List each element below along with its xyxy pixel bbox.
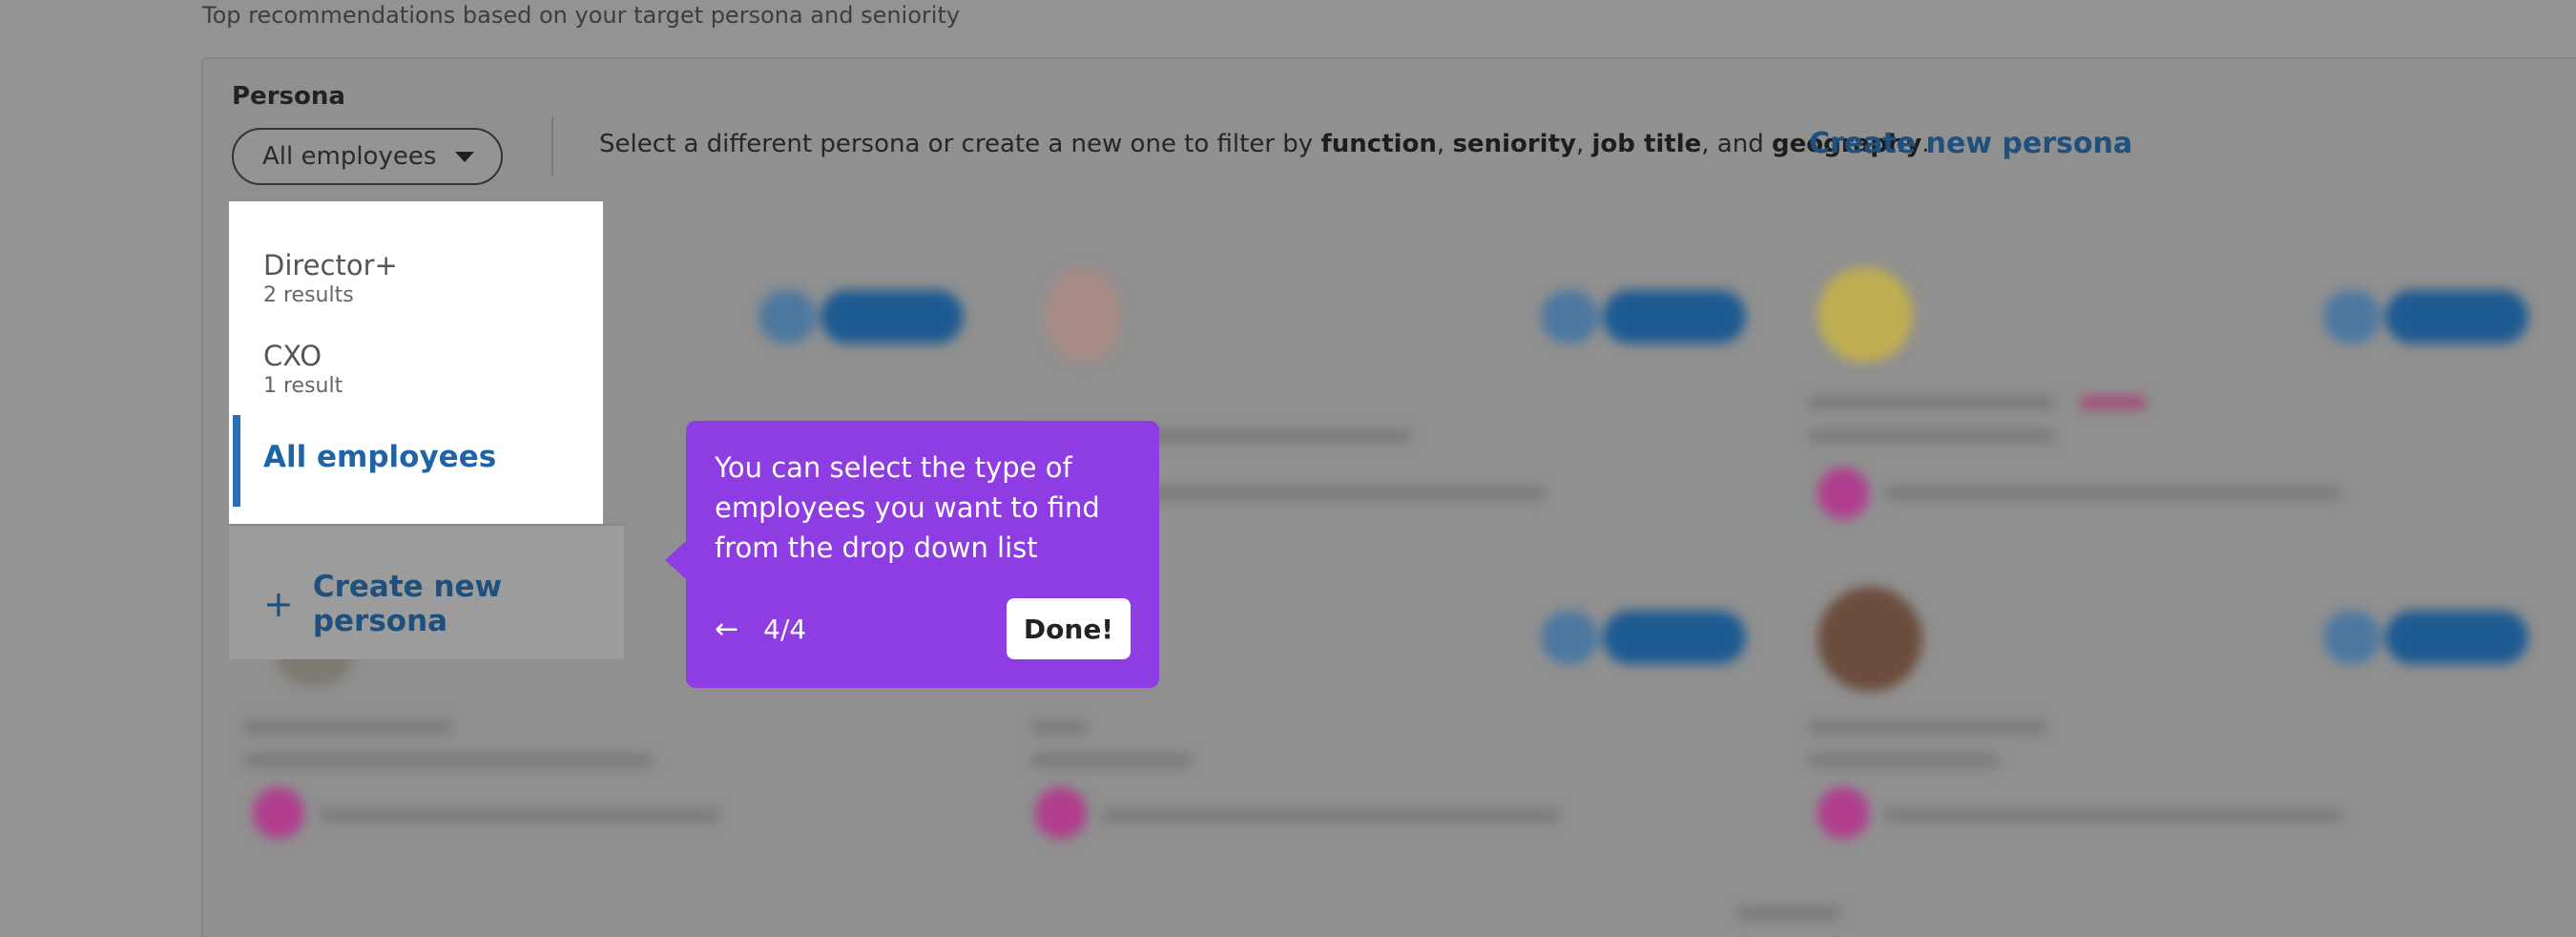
blurred-button [2385, 611, 2528, 664]
blurred-text [1030, 754, 1193, 767]
blurred-button [1603, 290, 1746, 344]
blurred-button [1541, 611, 1598, 664]
blurred-text [1030, 720, 1088, 734]
desc-seniority: seniority [1452, 130, 1576, 158]
arrow-left-icon[interactable]: ← [715, 613, 738, 646]
blurred-text [243, 720, 453, 734]
blurred-text [1884, 809, 2342, 822]
blurred-text [1884, 487, 2342, 500]
dropdown-footer: + Create new persona [229, 524, 624, 659]
create-persona-label: Create new persona [312, 570, 503, 638]
blurred-text [243, 754, 654, 767]
blurred-text [1808, 429, 2056, 443]
persona-dropdown-menu: Director+ 2 results CXO 1 result All emp… [229, 201, 603, 524]
dropdown-option-director[interactable]: Director+ 2 results [263, 249, 398, 307]
page-subtitle: Top recommendations based on your target… [202, 2, 961, 29]
desc-job-title: job title [1591, 130, 1702, 158]
blurred-button [2323, 290, 2380, 344]
persona-label: Persona [232, 82, 345, 111]
blurred-text [1808, 720, 2046, 734]
blurred-button [1603, 611, 1746, 664]
blurred-button [2323, 611, 2380, 664]
blurred-text [1808, 754, 1999, 767]
tooltip-text: You can select the type of employees you… [715, 451, 1100, 564]
blurred-button [1541, 290, 1598, 344]
caret-down-icon [455, 151, 475, 162]
blurred-button [821, 290, 964, 344]
blurred-avatar [1045, 267, 1121, 363]
plus-icon: + [263, 583, 294, 625]
desc-function: function [1320, 130, 1437, 158]
desc-lead: Select a different persona or create a n… [599, 130, 1321, 158]
desc-sep: , and [1701, 130, 1772, 158]
blurred-button [758, 290, 816, 344]
blurred-button [2385, 290, 2528, 344]
blurred-text [2080, 396, 2147, 409]
option-count: 2 results [263, 283, 354, 307]
selected-indicator [233, 415, 240, 507]
option-count: 1 result [263, 374, 343, 398]
tooltip-footer: ← 4/4 Done! [715, 598, 1131, 659]
blurred-text [1808, 396, 2056, 409]
option-title: CXO [263, 340, 322, 372]
divider [551, 116, 553, 176]
dropdown-option-all-employees[interactable]: All employees [263, 440, 496, 474]
page: Top recommendations based on your target… [0, 0, 2576, 937]
blurred-text [1736, 906, 1841, 920]
blurred-text [320, 809, 720, 822]
blurred-avatar [1818, 468, 1869, 519]
persona-select[interactable]: All employees [232, 128, 503, 185]
dropdown-option-cxo[interactable]: CXO 1 result [263, 340, 343, 398]
blurred-avatar [253, 787, 304, 839]
blurred-avatar [1035, 787, 1087, 839]
blurred-avatar [1818, 267, 1913, 363]
option-title: Director+ [263, 249, 398, 281]
persona-select-value: All employees [262, 142, 437, 171]
dropdown-create-persona-button[interactable]: + Create new persona [263, 570, 624, 638]
blurred-avatar [1818, 787, 1869, 839]
tooltip-step-counter: 4/4 [763, 613, 807, 645]
blurred-text [1102, 809, 1560, 822]
onboarding-tooltip: You can select the type of employees you… [665, 421, 1159, 688]
desc-sep: , [1575, 130, 1592, 158]
desc-sep: , [1436, 130, 1453, 158]
create-persona-link[interactable]: Create new persona [1809, 127, 2132, 160]
done-button[interactable]: Done! [1007, 598, 1131, 659]
persona-description: Select a different persona or create a n… [599, 130, 1929, 158]
blurred-avatar [1818, 587, 1922, 692]
